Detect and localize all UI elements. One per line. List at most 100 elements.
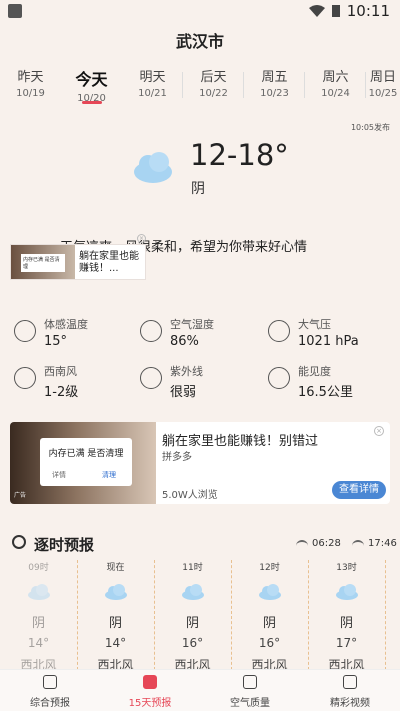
city-title[interactable]: 武汉市: [0, 28, 400, 52]
ad-popup-mini: 内存已满 是否清理: [21, 254, 65, 272]
hour-temp: 17°: [385, 636, 400, 650]
wind-icon: [14, 367, 36, 389]
day-tab-name: 周五: [261, 70, 288, 85]
status-time: 10:11: [346, 2, 390, 20]
day-tab[interactable]: 明天 10/21: [122, 66, 183, 110]
cloudy-icon: [258, 584, 282, 604]
day-tab-date: 10/23: [260, 88, 289, 99]
detail-value: 很弱: [170, 385, 197, 400]
day-tab[interactable]: 今天 10/20: [61, 66, 122, 110]
hour-temp: 16°: [181, 636, 204, 650]
detail-item: 体感温度 15°: [14, 316, 139, 350]
day-tab[interactable]: 周日 10/25: [366, 66, 400, 110]
detail-value: 16.5公里: [298, 385, 353, 400]
hourly-forecast[interactable]: 09时阴 14° 西北风 现在阴 14° 西北风 11时阴 16° 西北风 12时阴 16° 西北风 1…: [0, 560, 400, 672]
hour-time: 现在: [106, 563, 125, 573]
day-tab-name: 后天: [200, 70, 227, 85]
visibility-icon: [268, 367, 290, 389]
hour-condition: 阴: [385, 612, 400, 631]
ad-close-icon[interactable]: ×: [137, 234, 146, 243]
hour-item: 12时阴 16° 西北风: [231, 560, 308, 672]
hour-temp: 14°: [27, 636, 50, 650]
detail-value: 1021 hPa: [298, 334, 359, 349]
day-tab[interactable]: 后天 10/22: [183, 66, 244, 110]
day-tab-date: 10/25: [368, 88, 398, 99]
hour-condition: 阴: [262, 616, 276, 631]
ad-details-button[interactable]: 查看详情: [332, 481, 386, 499]
ad-brand: 拼多多: [162, 452, 192, 463]
hour-item: 14时阴17°西北风: [385, 560, 400, 670]
nav-label: 精彩视频: [330, 698, 370, 709]
humidity-icon: [140, 320, 162, 342]
nav-item[interactable]: 15天预报: [100, 670, 200, 711]
hour-item: 09时阴 14° 西北风: [0, 560, 77, 672]
hour-time: 11时: [182, 563, 203, 573]
wifi-icon: [308, 5, 325, 17]
cloudy-icon: [335, 584, 359, 604]
day-tab-name: 周六: [322, 70, 349, 85]
hour-condition: 阴: [185, 616, 199, 631]
hourly-title: 逐时预报: [34, 536, 95, 554]
hour-temp: 14°: [104, 636, 127, 650]
detail-value: 1-2级: [44, 385, 79, 400]
status-bar: 10:11: [0, 0, 400, 24]
day-tab-date: 10/22: [199, 88, 228, 99]
day-tab[interactable]: 周六 10/24: [305, 66, 366, 110]
hour-temp: 17°: [335, 636, 358, 650]
ad-popup-clean: 清理: [102, 471, 116, 479]
hour-divider: [385, 560, 386, 670]
hour-item: 11时阴 16° 西北风: [154, 560, 231, 672]
hour-time: 13时: [336, 563, 357, 573]
detail-item: 能见度 16.5公里: [268, 363, 393, 400]
current-condition: 阴: [191, 181, 205, 197]
hour-time: 14时: [385, 560, 400, 573]
nav-label: 15天预报: [128, 698, 172, 709]
bottom-nav: 综合预报 15天预报 空气质量 精彩视频: [0, 669, 400, 711]
nav-item[interactable]: 综合预报: [0, 670, 100, 711]
ad-close-icon[interactable]: ×: [374, 426, 384, 436]
detail-label: 紫外线: [170, 365, 203, 378]
detail-item: 西南风 1-2级: [14, 363, 139, 400]
uv-icon: [140, 367, 162, 389]
sunrise-time: 06:28: [312, 538, 341, 549]
hour-condition: 阴: [339, 616, 353, 631]
thermometer-icon: [14, 320, 36, 342]
day-tab-name: 明天: [139, 70, 166, 85]
nav-item[interactable]: 精彩视频: [300, 670, 400, 711]
ad-badge: 广告: [14, 492, 27, 499]
cloudy-icon: [181, 584, 205, 604]
pressure-icon: [268, 320, 290, 342]
hour-item: 13时阴 17° 西北风: [308, 560, 385, 672]
notification-icon: [8, 4, 22, 18]
detail-value: 86%: [170, 334, 199, 349]
sunrise: 06:28: [296, 538, 341, 549]
hour-item: 现在阴 14° 西北风: [77, 560, 154, 672]
ad-banner-small[interactable]: 内存已满 是否清理 躺在家里也能赚钱！...: [10, 244, 146, 280]
hour-time: 12时: [259, 563, 280, 573]
detail-item: 空气湿度 86%: [140, 316, 265, 350]
nav-item[interactable]: 空气质量: [200, 670, 300, 711]
day-tab-date: 10/19: [16, 88, 45, 99]
sunset-icon: [352, 540, 364, 547]
calendar-icon: [143, 675, 157, 689]
hour-temp: 16°: [258, 636, 281, 650]
hour-divider: [308, 560, 309, 670]
ad-small-text: 躺在家里也能赚钱！...: [79, 251, 139, 274]
detail-label: 体感温度: [44, 318, 88, 331]
detail-value: 15°: [44, 334, 68, 349]
day-tab-name: 昨天: [17, 70, 44, 85]
detail-label: 能见度: [298, 365, 331, 378]
hour-condition: 阴: [31, 616, 45, 631]
day-tab-date: 10/24: [321, 88, 350, 99]
day-tab[interactable]: 昨天 10/19: [0, 66, 61, 110]
clock-icon: [12, 535, 26, 549]
publish-time: 10:05发布: [350, 123, 390, 132]
home-icon: [43, 675, 57, 689]
ad-banner-large[interactable]: 内存已满 是否清理 详情 清理 广告 躺在家里也能赚钱！别错过 拼多多 5.0W…: [10, 422, 390, 504]
current-temp: 12-18°: [190, 138, 289, 172]
hour-condition: 阴: [108, 616, 122, 631]
hour-time: 09时: [28, 563, 49, 573]
nav-label: 综合预报: [30, 698, 70, 709]
day-tab[interactable]: 周五 10/23: [244, 66, 305, 110]
hour-divider: [231, 560, 232, 670]
